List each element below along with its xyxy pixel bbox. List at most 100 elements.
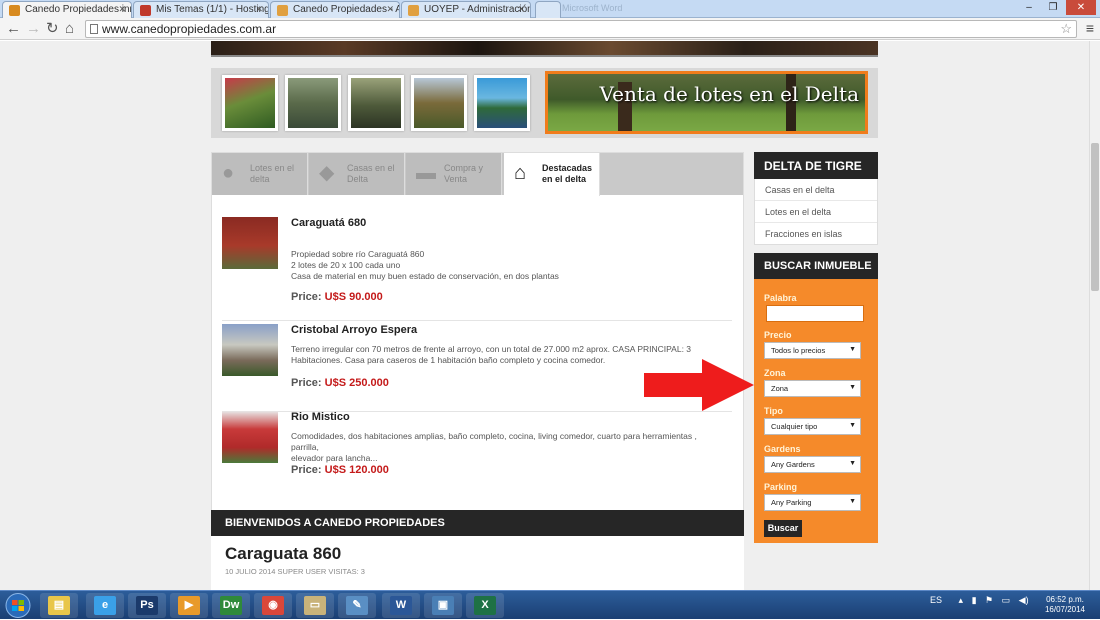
tab-label: en el delta [542, 174, 587, 184]
notepad-taskbar-button[interactable]: ✎ [338, 593, 376, 618]
red-annotation-arrow [644, 359, 754, 411]
close-tab-icon[interactable]: ✕ [118, 4, 126, 15]
gallery-thumbnail[interactable] [348, 75, 404, 131]
chrome-menu-icon[interactable]: ≡ [1086, 20, 1094, 36]
tag-icon: ◆ [319, 162, 335, 184]
zona-select[interactable]: Zona ▼ [764, 380, 861, 397]
flag-icon[interactable]: ⚑ [985, 595, 993, 605]
sidebar-item-casas[interactable]: Casas en el delta [755, 179, 877, 201]
property-title[interactable]: Rio Mistico [291, 411, 350, 423]
article-title[interactable]: Caraguata 860 [225, 544, 341, 564]
tab-label: Destacadas [542, 163, 593, 173]
address-bar[interactable]: www.canedopropiedades.com.ar ☆ [85, 20, 1077, 38]
browser-tab[interactable]: Canedo Propiedades inm ✕ [2, 1, 132, 18]
property-photo[interactable] [222, 411, 278, 463]
dreamweaver-taskbar-button[interactable]: Dw [212, 593, 250, 618]
property-description: Comodidades, dos habitaciones amplias, b… [291, 431, 711, 464]
maximize-button[interactable]: ❐ [1042, 0, 1064, 15]
promo-banner[interactable]: Venta de lotes en el Delta [545, 71, 868, 134]
gallery-thumbnail[interactable] [474, 75, 530, 131]
new-tab-button[interactable] [535, 1, 561, 18]
clock[interactable]: 06:52 p.m. 16/07/2014 [1035, 595, 1095, 615]
tab-label: Lotes en el [250, 163, 295, 173]
word-icon: W [390, 596, 412, 615]
precio-label: Precio [764, 330, 792, 340]
url-text: www.canedopropiedades.com.ar [102, 22, 277, 36]
tipo-select[interactable]: Cualquier tipo ▼ [764, 418, 861, 435]
close-tab-icon[interactable]: ✕ [255, 4, 263, 15]
chrome-taskbar-button[interactable]: ◉ [254, 593, 292, 618]
article-preview: Caraguata 860 10 JULIO 2014 SUPER USER V… [211, 536, 744, 590]
buscar-button[interactable]: Buscar [764, 520, 802, 537]
minimize-button[interactable]: – [1018, 0, 1040, 15]
browser-tab[interactable]: UOYEP - Administración ✕ [401, 1, 531, 18]
property-title[interactable]: Caraguatá 680 [291, 217, 366, 229]
folder-taskbar-button[interactable]: ▭ [296, 593, 334, 618]
reload-icon[interactable]: ↻ [46, 20, 59, 37]
clock-date: 16/07/2014 [1044, 605, 1086, 614]
gardens-select[interactable]: Any Gardens ▼ [764, 456, 861, 473]
home-icon: ⌂ [514, 162, 527, 184]
thumbnail-strip: Venta de lotes en el Delta [211, 68, 878, 138]
internet-explorer-taskbar-button[interactable]: e [86, 593, 124, 618]
gallery-thumbnail[interactable] [411, 75, 467, 131]
home-icon[interactable]: ⌂ [65, 20, 74, 37]
folder-icon: ▭ [304, 596, 326, 615]
word-taskbar-button[interactable]: W [382, 593, 420, 618]
window-manager-taskbar-button[interactable]: ▣ [424, 593, 462, 618]
tab-lotes-en-el-delta[interactable]: ● Lotes en el delta [212, 153, 308, 195]
back-arrow-icon[interactable]: ← [6, 20, 21, 37]
network-icon[interactable]: ▮ [972, 595, 977, 605]
forward-arrow-icon[interactable]: → [26, 20, 41, 37]
excel-taskbar-button[interactable]: X [466, 593, 504, 618]
tab-casas-en-el-delta[interactable]: ◆ Casas en el Delta [309, 153, 405, 195]
dropdown-arrow-icon: ▼ [849, 498, 856, 505]
scrollbar-thumb[interactable] [1091, 143, 1099, 291]
language-indicator[interactable]: ES [930, 595, 942, 605]
favicon-icon [277, 5, 288, 16]
property-photo[interactable] [222, 217, 278, 269]
file-explorer-taskbar-button[interactable]: ▤ [40, 593, 78, 618]
tipo-label: Tipo [764, 406, 783, 416]
volume-icon[interactable]: ◀) [1019, 595, 1029, 605]
tab-compra-y-venta[interactable]: ▬ Compra y Venta [406, 153, 502, 195]
tab-label: delta [250, 174, 270, 184]
photoshop-taskbar-button[interactable]: Ps [128, 593, 166, 618]
price-label: Price: [291, 377, 322, 389]
sidebar-item-lotes[interactable]: Lotes en el delta [755, 201, 877, 223]
palabra-label: Palabra [764, 293, 797, 303]
windows-start-icon[interactable] [2, 591, 34, 620]
delta-de-tigre-menu: Casas en el delta Lotes en el delta Frac… [754, 179, 878, 245]
parking-select[interactable]: Any Parking ▼ [764, 494, 861, 511]
favicon-icon [140, 5, 151, 16]
dropdown-arrow-icon: ▼ [849, 346, 856, 353]
dropdown-arrow-icon: ▼ [849, 384, 856, 391]
browser-tab[interactable]: Canedo Propiedades - Ad ✕ [270, 1, 400, 18]
browser-tab[interactable]: Mis Temas (1/1) - Hosting ✕ [133, 1, 269, 18]
property-photo[interactable] [222, 324, 278, 376]
star-bookmark-icon[interactable]: ☆ [1060, 21, 1072, 37]
window-manager-icon: ▣ [432, 596, 454, 615]
gallery-thumbnail[interactable] [285, 75, 341, 131]
palabra-input[interactable] [766, 305, 864, 322]
property-title[interactable]: Cristobal Arroyo Espera [291, 324, 417, 336]
precio-select[interactable]: Todos lo precios ▼ [764, 342, 861, 359]
property-price: Price: U$S 120.000 [291, 464, 389, 476]
windows-taskbar: ▤ e Ps ▶ Dw ◉ ▭ ✎ W ▣ X ES ▴ ▮ ⚑ ▭ ◀) 06:52 p.m. 1… [0, 590, 1100, 619]
select-value: Any Parking [771, 498, 812, 507]
close-window-button[interactable]: ✕ [1066, 0, 1096, 15]
ghost-window-title: Microsoft Word [562, 3, 623, 13]
sidebar-item-fracciones[interactable]: Fracciones en islas [755, 223, 877, 245]
page-scrollbar[interactable] [1089, 41, 1100, 590]
media-player-taskbar-button[interactable]: ▶ [170, 593, 208, 618]
gallery-thumbnail[interactable] [222, 75, 278, 131]
tab-label: Canedo Propiedades - Ad [293, 4, 400, 15]
tray-arrow-icon[interactable]: ▴ [959, 595, 964, 605]
tab-destacadas-en-el-delta[interactable]: ⌂ Destacadas en el delta [504, 153, 600, 196]
page-viewport: Venta de lotes en el Delta ● Lotes en el… [0, 41, 1089, 590]
price-value: U$S 120.000 [324, 464, 389, 476]
monitor-icon[interactable]: ▭ [1002, 595, 1011, 605]
close-tab-icon[interactable]: ✕ [386, 4, 394, 15]
close-tab-icon[interactable]: ✕ [517, 4, 525, 15]
search-form: Palabra Precio Todos lo precios ▼ Zona Z… [754, 279, 878, 543]
